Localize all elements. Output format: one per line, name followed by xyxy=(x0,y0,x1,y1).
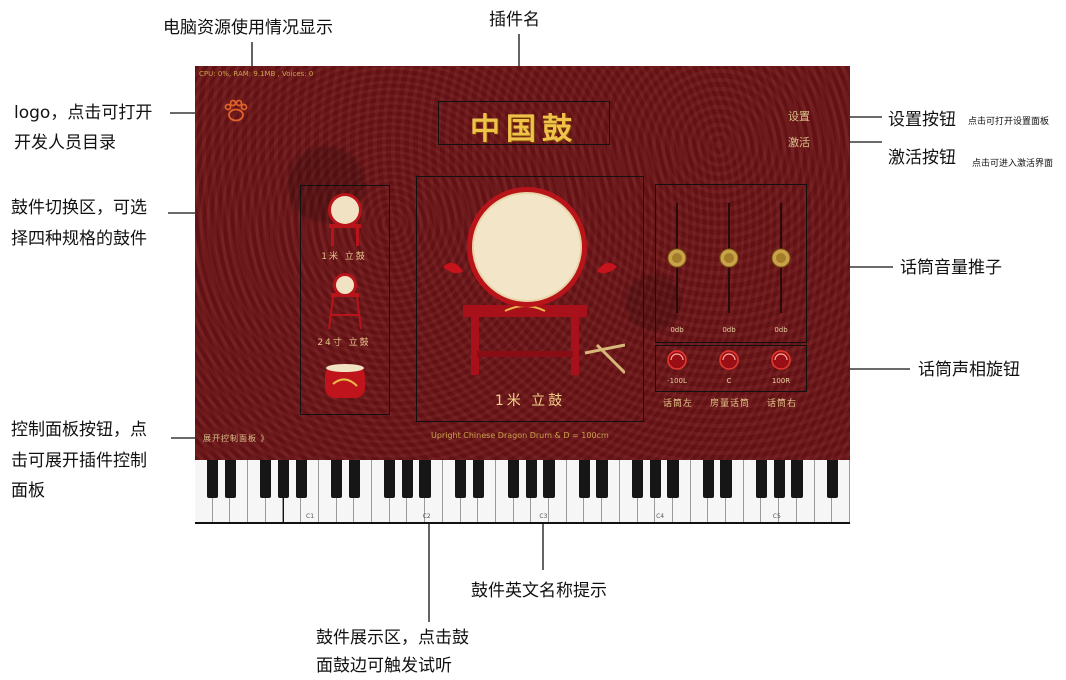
black-key[interactable] xyxy=(826,460,838,498)
mic-fader-panel: 0db 0db 0db xyxy=(655,184,807,343)
black-key[interactable] xyxy=(454,460,467,498)
expand-control-panel-button[interactable]: 展开控制面板 》 xyxy=(203,433,270,444)
pan-room-name: 房量话筒 xyxy=(709,399,750,409)
black-key[interactable] xyxy=(543,460,555,498)
black-key[interactable] xyxy=(667,460,679,498)
black-key[interactable] xyxy=(207,460,219,498)
mic-fader-knob-1[interactable] xyxy=(667,248,687,272)
settings-button[interactable]: 设置 xyxy=(788,108,810,124)
drum-24inch-label: 24寸 立鼓 xyxy=(317,338,371,348)
black-key[interactable] xyxy=(224,460,237,498)
annotation-logo-line2: 开发人员目录 xyxy=(14,133,116,153)
annotation-plugin-name: 插件名 xyxy=(489,10,540,30)
black-key[interactable] xyxy=(384,460,396,498)
mic-fader-knob-2[interactable] xyxy=(719,248,739,272)
black-key[interactable] xyxy=(260,460,272,498)
pan-left-value: -100L xyxy=(667,377,687,385)
octave-label: C4 xyxy=(656,513,665,520)
octave-label: C1 xyxy=(306,513,315,520)
annotation-control-panel-line2: 击可展开插件控制 xyxy=(11,451,147,471)
main-drum-label: 1米 立鼓 xyxy=(494,393,566,409)
black-key[interactable] xyxy=(472,460,484,498)
annotation-mic-pan: 话筒声相旋钮 xyxy=(918,360,1020,380)
paw-logo-icon[interactable] xyxy=(222,97,250,125)
black-key[interactable] xyxy=(702,460,715,498)
activate-button[interactable]: 激活 xyxy=(788,134,810,150)
black-key[interactable] xyxy=(596,460,608,498)
pan-knob-left-icon[interactable] xyxy=(666,349,688,371)
black-key[interactable] xyxy=(401,460,414,498)
black-key[interactable] xyxy=(631,460,644,498)
octave-label: C2 xyxy=(422,513,431,520)
black-key[interactable] xyxy=(525,460,537,498)
annotation-settings-hint: 点击可打开设置面板 xyxy=(968,117,1050,127)
drum-24inch-thumbnail[interactable] xyxy=(321,271,369,333)
drum-barrel-thumbnail[interactable] xyxy=(319,360,371,404)
black-key[interactable] xyxy=(419,460,431,498)
pan-left-name: 话筒左 xyxy=(662,399,693,409)
fader-1-label: 0db xyxy=(670,326,684,334)
drum-1m-label: 1米 立鼓 xyxy=(321,252,367,262)
annotation-activate: 激活按钮 xyxy=(888,148,956,168)
black-key[interactable] xyxy=(755,460,768,498)
annotation-drum-switch-line2: 择四种规格的鼓件 xyxy=(11,229,147,249)
mic-pan-panel: -100L C 100R xyxy=(655,345,807,392)
annotation-drum-display-line2: 面鼓边可触发试听 xyxy=(316,656,452,676)
black-key[interactable] xyxy=(330,460,343,498)
annotation-mic-fader: 话筒音量推子 xyxy=(900,258,1002,278)
black-key[interactable] xyxy=(720,460,732,498)
octave-label: C3 xyxy=(539,513,548,520)
fader-3-label: 0db xyxy=(774,326,788,334)
drum-english-name: Upright Chinese Dragon Drum & D = 100cm xyxy=(431,431,609,440)
resource-status: CPU: 0%, RAM: 9.1MB , Voices: 0 xyxy=(199,70,314,78)
pan-room-value: C xyxy=(726,377,732,385)
octave-label: C5 xyxy=(772,513,781,520)
fader-2-label: 0db xyxy=(722,326,736,334)
annotation-activate-hint: 点击可进入激活界面 xyxy=(972,159,1054,169)
black-key[interactable] xyxy=(649,460,661,498)
drum-switch-panel: 1米 立鼓 24寸 立鼓 xyxy=(300,185,390,415)
mic-fader-knob-3[interactable] xyxy=(771,248,791,272)
black-key[interactable] xyxy=(578,460,591,498)
annotation-drum-display-line1: 鼓件展示区，点击鼓 xyxy=(316,628,469,648)
annotation-drum-switch-line1: 鼓件切换区，可选 xyxy=(11,198,147,218)
pan-knob-room-icon[interactable] xyxy=(718,349,740,371)
annotation-english-name: 鼓件英文名称提示 xyxy=(471,581,607,601)
annotation-control-panel-line3: 面板 xyxy=(11,481,45,501)
drum-1m-thumbnail[interactable] xyxy=(319,190,371,250)
black-key[interactable] xyxy=(277,460,290,498)
black-key[interactable] xyxy=(295,460,307,498)
main-drum-image[interactable] xyxy=(435,185,625,385)
pan-right-value: 100R xyxy=(771,377,791,385)
black-key[interactable] xyxy=(773,460,785,498)
plugin-title: 中国鼓 xyxy=(438,101,610,147)
pan-right-name: 话筒右 xyxy=(766,399,797,409)
pan-knob-right-icon[interactable] xyxy=(770,349,792,371)
annotation-control-panel-line1: 控制面板按钮，点 xyxy=(11,420,147,440)
black-key[interactable] xyxy=(791,460,803,498)
annotation-resource: 电脑资源使用情况显示 xyxy=(163,18,333,38)
piano-keyboard[interactable]: C1 C2 C3 C4 C5 xyxy=(195,460,850,524)
annotation-logo-line1: logo，点击可打开 xyxy=(14,103,153,123)
drum-display-area[interactable]: 1米 立鼓 xyxy=(416,176,644,422)
plugin-window: CPU: 0%, RAM: 9.1MB , Voices: 0 中国鼓 设置 激… xyxy=(195,66,850,460)
black-key[interactable] xyxy=(507,460,520,498)
annotation-settings: 设置按钮 xyxy=(888,110,956,130)
black-key[interactable] xyxy=(348,460,360,498)
plugin-title-text: 中国鼓 xyxy=(470,112,578,147)
